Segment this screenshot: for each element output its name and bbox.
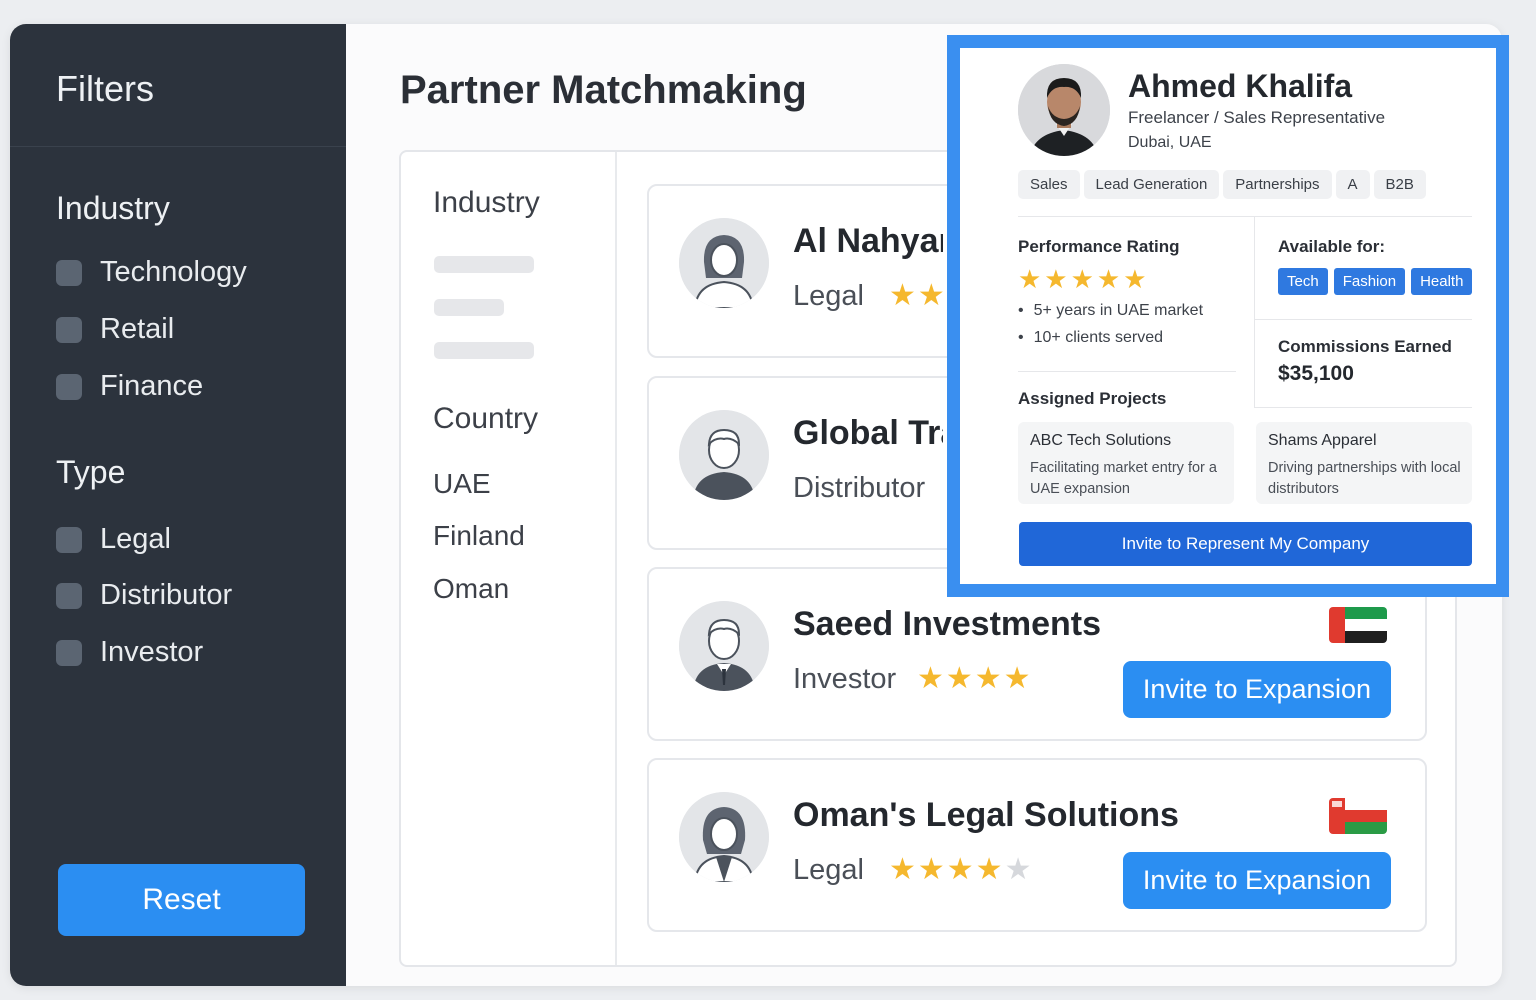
- partner-type: Investor: [793, 663, 897, 695]
- skill-tag: Sales: [1018, 170, 1080, 199]
- partner-type: Distributor: [793, 472, 926, 504]
- partner-name: Al Nahyan: [793, 222, 943, 260]
- highlights-list: 5+ years in UAE market 10+ clients serve…: [1018, 302, 1203, 356]
- filter-label: Retail: [100, 313, 175, 345]
- checkbox[interactable]: [56, 373, 82, 400]
- project-description: Facilitating market entry for a UAE expa…: [1030, 460, 1217, 497]
- filter-label: Legal: [100, 523, 171, 555]
- partner-name: Oman's Legal Solutions: [793, 796, 1179, 834]
- profile-role: Freelancer / Sales Representative: [1128, 108, 1386, 127]
- project-card[interactable]: Shams Apparel Driving partnerships with …: [1256, 422, 1472, 504]
- invite-to-expansion-button[interactable]: Invite to Expansion: [1123, 852, 1391, 909]
- project-title: ABC Tech Solutions: [1030, 432, 1172, 449]
- divider: [1254, 407, 1472, 408]
- skill-tag: A: [1335, 170, 1370, 199]
- tag-health[interactable]: Health: [1411, 268, 1473, 295]
- avatar-icon: [679, 601, 769, 691]
- available-heading: Available for:: [1278, 237, 1386, 256]
- filter-investor[interactable]: Investor: [56, 636, 203, 669]
- project-card[interactable]: ABC Tech Solutions Facilitating market e…: [1018, 422, 1234, 504]
- industry-heading: Industry: [56, 190, 170, 226]
- list-item: 5+ years in UAE market: [1018, 302, 1203, 320]
- profile-name: Ahmed Khalifa: [1128, 68, 1353, 104]
- commissions-value: $35,100: [1278, 362, 1354, 385]
- rating-stars: ★★★★★: [889, 852, 1033, 887]
- country-label: Country: [433, 402, 539, 435]
- checkbox[interactable]: [56, 259, 82, 286]
- partner-type: Legal: [793, 280, 864, 312]
- filter-column: Industry Country UAE Finland Oman: [401, 152, 617, 965]
- filter-label: Technology: [100, 256, 247, 288]
- partner-type: Legal: [793, 854, 864, 886]
- skill-tags: Sales Lead Generation Partnerships A B2B: [1018, 170, 1426, 199]
- divider: [1018, 371, 1236, 372]
- partner-name: Global Tra: [793, 414, 943, 452]
- tag-fashion[interactable]: Fashion: [1333, 268, 1406, 295]
- divider: [1018, 216, 1472, 217]
- profile-location: Dubai, UAE: [1128, 134, 1212, 151]
- performance-heading: Performance Rating: [1018, 237, 1180, 256]
- filter-technology[interactable]: Technology: [56, 256, 247, 289]
- checkbox[interactable]: [56, 526, 82, 553]
- placeholder-bar: [434, 342, 534, 359]
- rating-stars-filled: ★★★★: [889, 853, 1005, 886]
- page-title: Partner Matchmaking: [400, 68, 807, 112]
- avatar-icon: [679, 792, 769, 882]
- country-finland[interactable]: Finland: [433, 520, 525, 552]
- country-oman[interactable]: Oman: [433, 573, 509, 605]
- country-uae[interactable]: UAE: [433, 468, 491, 500]
- filters-sidebar: Filters Industry Technology Retail Finan…: [10, 24, 346, 986]
- oman-flag-icon: [1329, 798, 1387, 834]
- skill-tag: Lead Generation: [1083, 170, 1220, 199]
- filter-label: Finance: [100, 370, 204, 402]
- placeholder-bar: [434, 256, 534, 273]
- placeholder-bar: [434, 299, 504, 316]
- divider: [1254, 319, 1472, 320]
- filter-distributor[interactable]: Distributor: [56, 579, 232, 612]
- profile-card: Ahmed Khalifa Freelancer / Sales Represe…: [982, 48, 1473, 584]
- invite-to-represent-button[interactable]: Invite to Represent My Company: [1019, 522, 1472, 566]
- reset-button[interactable]: Reset: [58, 864, 305, 936]
- list-item: 10+ clients served: [1018, 329, 1203, 347]
- type-heading: Type: [56, 454, 126, 490]
- avatar-icon: [679, 218, 769, 308]
- checkbox[interactable]: [56, 582, 82, 609]
- projects-heading: Assigned Projects: [1018, 389, 1167, 408]
- performance-stars: ★★★★★: [1018, 264, 1150, 294]
- industry-label: Industry: [433, 186, 540, 219]
- rating-stars: ★★: [889, 279, 947, 312]
- tag-tech[interactable]: Tech: [1278, 268, 1328, 295]
- project-title: Shams Apparel: [1268, 432, 1377, 449]
- profile-popup: Ahmed Khalifa Freelancer / Sales Represe…: [947, 35, 1509, 597]
- filter-retail[interactable]: Retail: [56, 313, 174, 346]
- rating-stars-empty: ★: [1004, 853, 1034, 886]
- partner-name: Saeed Investments: [793, 605, 1102, 643]
- filter-label: Investor: [100, 636, 204, 668]
- sidebar-title: Filters: [56, 68, 154, 109]
- project-description: Driving partnerships with local distribu…: [1268, 460, 1461, 497]
- invite-to-expansion-button[interactable]: Invite to Expansion: [1123, 661, 1391, 718]
- sidebar-divider: [10, 146, 346, 147]
- profile-photo: [1018, 64, 1110, 156]
- skill-tag: Partnerships: [1223, 170, 1332, 199]
- checkbox[interactable]: [56, 316, 82, 343]
- uae-flag-icon: [1329, 607, 1387, 643]
- divider: [1254, 216, 1255, 408]
- rating-stars: ★★★★: [917, 662, 1033, 695]
- filter-label: Distributor: [100, 579, 233, 611]
- filter-finance[interactable]: Finance: [56, 370, 203, 403]
- checkbox[interactable]: [56, 639, 82, 666]
- filter-legal[interactable]: Legal: [56, 523, 171, 556]
- available-tags: Tech Fashion Health: [1278, 268, 1473, 295]
- avatar-icon: [679, 410, 769, 500]
- skill-tag: B2B: [1373, 170, 1426, 199]
- partner-card[interactable]: Oman's Legal Solutions Legal ★★★★★ Invit…: [647, 758, 1427, 932]
- commissions-heading: Commissions Earned: [1278, 337, 1452, 356]
